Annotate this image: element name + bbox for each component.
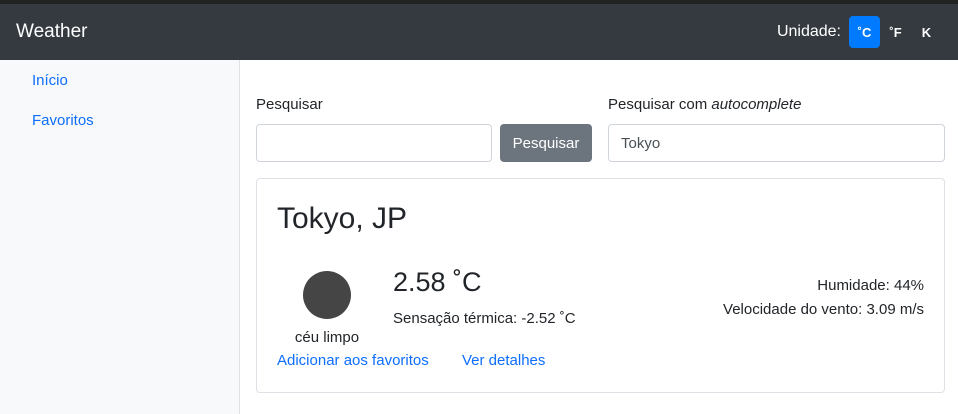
search-button[interactable]: Pesquisar — [500, 124, 592, 162]
autocomplete-label-emphasis: autocomplete — [711, 96, 802, 113]
autocomplete-input[interactable] — [608, 124, 945, 162]
weather-description: céu limpo — [294, 329, 360, 346]
weather-card: Tokyo, JP céu limpo 2.58 ˚C Sensação tér… — [256, 178, 945, 393]
sidebar-item-favoritos[interactable]: Favoritos — [32, 112, 94, 129]
autocomplete-label-text: Pesquisar com — [608, 96, 712, 113]
temperature-value: 2.58 ˚C — [393, 267, 482, 297]
unit-fahrenheit-button[interactable]: ˚F — [880, 16, 911, 48]
search-label: Pesquisar — [256, 96, 323, 113]
top-navbar: Weather Unidade: ˚C ˚F K — [0, 4, 958, 60]
brand-title[interactable]: Weather — [16, 4, 87, 60]
search-input[interactable] — [256, 124, 492, 162]
feels-like-text: Sensação térmica: -2.52 ˚C — [393, 310, 576, 327]
clear-sky-icon — [303, 271, 351, 319]
autocomplete-label: Pesquisar com autocomplete — [608, 96, 801, 113]
add-favorites-link[interactable]: Adicionar aos favoritos — [277, 352, 429, 369]
humidity-text: Humidade: 44% — [817, 277, 924, 294]
city-title: Tokyo, JP — [277, 202, 408, 235]
unit-kelvin-button[interactable]: K — [911, 16, 942, 48]
sidebar-item-inicio[interactable]: Início — [32, 72, 68, 89]
sidebar: Início Favoritos — [0, 60, 240, 414]
unit-celsius-button[interactable]: ˚C — [849, 16, 880, 48]
unit-label: Unidade: — [776, 23, 841, 40]
wind-speed-text: Velocidade do vento: 3.09 m/s — [723, 301, 924, 318]
unit-selector: Unidade: ˚C ˚F K — [777, 16, 942, 48]
view-details-link[interactable]: Ver detalhes — [462, 352, 545, 369]
